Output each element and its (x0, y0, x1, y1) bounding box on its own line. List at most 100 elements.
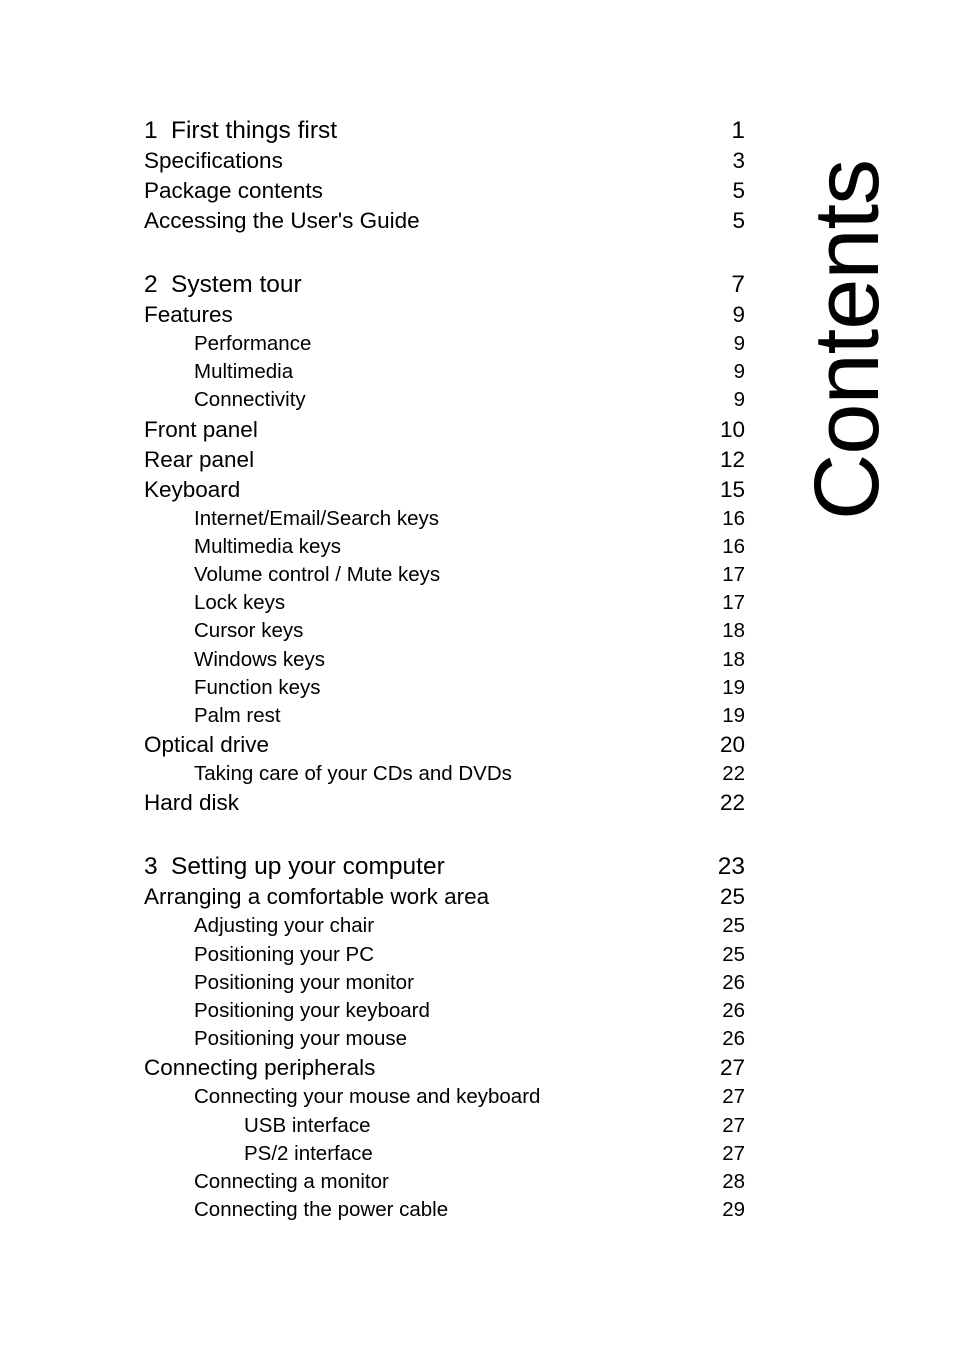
toc-entry-title: Accessing the User's Guide (144, 208, 420, 233)
toc-entry-title: Connecting your mouse and keyboard (194, 1085, 541, 1109)
toc-entry-page-number: 5 (732, 178, 745, 203)
toc-entry-level-2[interactable]: Connecting your mouse and keyboard 27 (144, 1083, 745, 1111)
toc-entry-page-number: 29 (722, 1198, 745, 1222)
toc-entry-title: Positioning your monitor (194, 970, 414, 994)
toc-entry-title: Specifications (144, 148, 283, 173)
toc-entry-level-1[interactable]: Connecting peripherals 27 (144, 1053, 745, 1083)
toc-chapter-title: 3 Setting up your computer (144, 852, 711, 882)
toc-entry-title: Volume control / Mute keys (194, 563, 441, 587)
chapter-block: 1 First things first 1 Specifications 3 Packa… (144, 116, 745, 236)
toc-entry-level-2[interactable]: Multimedia 9 (144, 358, 745, 386)
toc-entry-level-2[interactable]: Positioning your keyboard 26 (144, 997, 745, 1025)
toc-entry-level-1[interactable]: Hard disk 22 (144, 788, 745, 818)
toc-entry-title: Lock keys (194, 591, 286, 615)
toc-chapter-entry[interactable]: 1 First things first 1 (144, 116, 745, 146)
toc-entry-level-2[interactable]: Positioning your PC 25 (144, 941, 745, 969)
toc-entry-page-number: 19 (722, 675, 745, 699)
toc-entry-page-number: 17 (722, 563, 745, 587)
toc-chapter-number: 2 (144, 271, 158, 298)
toc-entry-title: PS/2 interface (244, 1141, 373, 1165)
toc-chapter-label: Setting up your computer (171, 853, 445, 881)
toc-chapter-entry[interactable]: 2 System tour 7 (144, 270, 745, 300)
toc-entry-level-2[interactable]: Connectivity 9 (144, 386, 745, 414)
toc-entry-title: USB interface (244, 1113, 371, 1137)
contents-side-title-text: Contents (796, 159, 898, 521)
toc-entry-level-1[interactable]: Package contents 5 (144, 176, 745, 206)
toc-entry-level-2[interactable]: Positioning your monitor 26 (144, 969, 745, 997)
toc-entry-page-number: 16 (722, 506, 745, 530)
toc-entry-level-1[interactable]: Front panel 10 (144, 415, 745, 445)
toc-entry-title: Multimedia keys (194, 534, 341, 558)
toc-entry-level-3[interactable]: PS/2 interface 27 (144, 1140, 745, 1168)
toc-entry-level-1[interactable]: Keyboard 15 (144, 475, 745, 505)
toc-entry-level-2[interactable]: Palm rest 19 (144, 702, 745, 730)
toc-entry-title: Multimedia (194, 360, 294, 384)
table-of-contents: 1 First things first 1 Specifications 3 Packa… (144, 116, 745, 1224)
toc-entry-page-number: 9 (732, 302, 745, 327)
toc-entry-page-number: 25 (719, 884, 745, 910)
chapter-block: 3 Setting up your computer 23 Arranging a c… (144, 852, 745, 1224)
toc-entry-title: Connecting the power cable (194, 1198, 449, 1222)
toc-entry-title: Front panel (144, 416, 258, 442)
toc-entry-level-2[interactable]: Lock keys 17 (144, 589, 745, 617)
toc-entry-page-number: 26 (722, 970, 745, 994)
toc-entry-level-1[interactable]: Optical drive 20 (144, 730, 745, 760)
toc-entry-title: Connectivity (194, 388, 306, 412)
toc-chapter-entry[interactable]: 3 Setting up your computer 23 (144, 852, 745, 882)
toc-entry-page-number: 22 (722, 762, 745, 786)
toc-entry-level-2[interactable]: Windows keys 18 (144, 646, 745, 674)
toc-entry-level-2[interactable]: Multimedia keys 16 (144, 533, 745, 561)
toc-entry-title: Connecting a monitor (194, 1170, 389, 1194)
toc-entry-page-number: 10 (719, 416, 745, 442)
contents-side-title: Contents (742, 60, 952, 620)
toc-entry-page-number: 22 (719, 790, 745, 816)
toc-entry-title: Package contents (144, 178, 323, 203)
toc-entry-level-2[interactable]: Taking care of your CDs and DVDs 22 (144, 760, 745, 788)
toc-entry-level-3[interactable]: USB interface 27 (144, 1112, 745, 1140)
toc-entry-title: Windows keys (194, 647, 326, 671)
toc-chapter-label: First things first (171, 117, 338, 144)
toc-entry-title: Adjusting your chair (194, 914, 375, 938)
toc-entry-page-number: 17 (722, 591, 745, 615)
toc-entry-title: Optical drive (144, 732, 270, 758)
toc-entry-page-number: 26 (722, 1027, 745, 1051)
toc-entry-level-1[interactable]: Features 9 (144, 300, 745, 330)
toc-entry-page-number: 9 (733, 332, 745, 355)
toc-entry-title: Positioning your PC (194, 942, 375, 966)
toc-entry-title: Internet/Email/Search keys (194, 506, 439, 530)
toc-entry-title: Palm rest (194, 704, 281, 728)
toc-chapter-page-number: 23 (717, 853, 745, 881)
toc-entry-page-number: 25 (722, 942, 745, 966)
toc-chapter-label: System tour (171, 271, 302, 298)
toc-entry-level-1[interactable]: Arranging a comfortable work area 25 (144, 882, 745, 912)
toc-entry-level-1[interactable]: Rear panel 12 (144, 445, 745, 475)
toc-entry-level-2[interactable]: Internet/Email/Search keys 16 (144, 505, 745, 533)
toc-entry-page-number: 12 (719, 446, 745, 472)
toc-entry-title: Hard disk (144, 790, 240, 816)
toc-entry-level-2[interactable]: Positioning your mouse 26 (144, 1025, 745, 1053)
toc-entry-level-2[interactable]: Performance 9 (144, 330, 745, 358)
toc-entry-page-number: 19 (722, 704, 745, 728)
toc-entry-level-2[interactable]: Function keys 19 (144, 674, 745, 702)
toc-entry-page-number: 3 (732, 148, 745, 173)
toc-chapter-title: 1 First things first (144, 116, 711, 146)
toc-entry-level-2[interactable]: Connecting the power cable 29 (144, 1196, 745, 1224)
toc-entry-page-number: 18 (722, 619, 745, 643)
toc-entry-level-2[interactable]: Connecting a monitor 28 (144, 1168, 745, 1196)
toc-entry-title: Connecting peripherals (144, 1055, 376, 1081)
toc-entry-page-number: 28 (722, 1170, 745, 1194)
toc-entry-level-2[interactable]: Cursor keys 18 (144, 617, 745, 645)
toc-entry-level-1[interactable]: Accessing the User's Guide 5 (144, 206, 745, 236)
toc-entry-title: Performance (194, 332, 312, 355)
toc-entry-title: Taking care of your CDs and DVDs (194, 762, 512, 786)
toc-entry-page-number: 20 (719, 732, 745, 758)
toc-entry-level-2[interactable]: Volume control / Mute keys 17 (144, 561, 745, 589)
toc-chapter-page-number: 1 (731, 117, 745, 144)
toc-entry-level-2[interactable]: Adjusting your chair 25 (144, 912, 745, 940)
toc-entry-page-number: 5 (732, 208, 745, 233)
toc-entry-page-number: 15 (719, 476, 745, 502)
toc-entry-page-number: 9 (733, 360, 745, 384)
toc-entry-level-1[interactable]: Specifications 3 (144, 146, 745, 176)
toc-entry-page-number: 16 (722, 534, 745, 558)
toc-entry-page-number: 27 (719, 1055, 745, 1081)
